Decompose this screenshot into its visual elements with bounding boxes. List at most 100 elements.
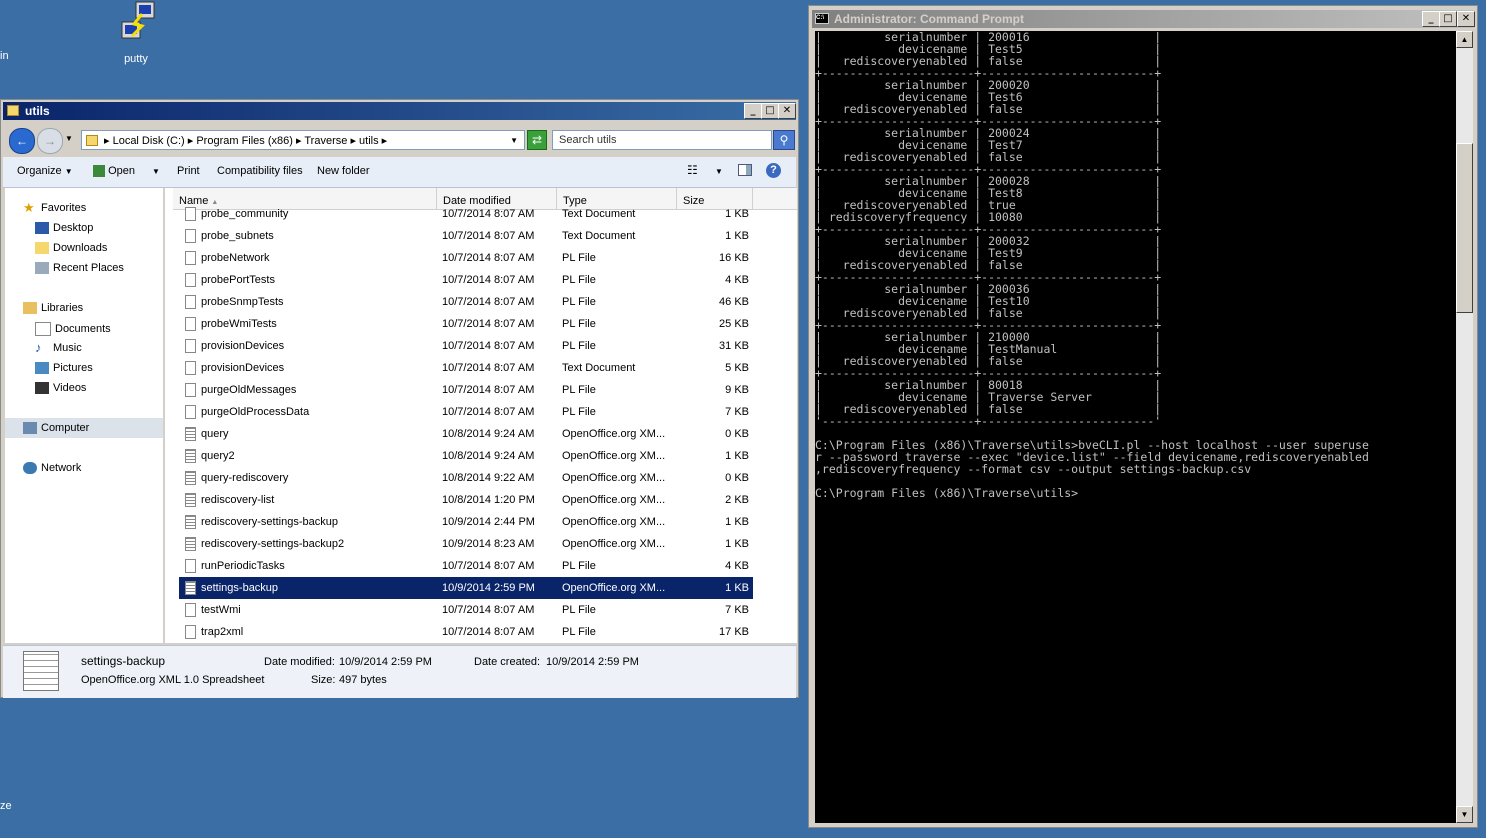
file-row[interactable]: rediscovery-settings-backup 10/9/2014 2:4… [179,511,753,533]
file-row[interactable]: provisionDevices 10/7/2014 8:07 AM Text Do… [179,357,753,379]
file-row[interactable]: probeNetwork 10/7/2014 8:07 AM PL File 16 K… [179,247,753,269]
file-date: 10/7/2014 8:07 AM [442,406,535,418]
address-bar[interactable]: ▸ Local Disk (C:) ▸ Program Files (x86) … [81,130,525,150]
address-dropdown-icon[interactable]: ▼ [510,131,518,151]
nav-music[interactable]: ♪ Music [35,340,82,356]
recent-places-icon [35,262,49,275]
desktop-edge-text-bottom: ze [0,800,12,812]
address-row: ← → ▼ ▸ Local Disk (C:) ▸ Program Files … [5,126,798,154]
nav-desktop[interactable]: Desktop [35,222,93,235]
file-row[interactable]: probePortTests 10/7/2014 8:07 AM PL File 4 … [179,269,753,291]
minimize-button[interactable]: _ [744,103,762,119]
nav-pictures[interactable]: Pictures [35,362,93,375]
breadcrumb-local-disk[interactable]: Local Disk (C:) [113,135,185,147]
file-row[interactable]: probe_community 10/7/2014 8:07 AM Text Doc… [179,203,753,225]
open-dropdown-icon[interactable]: ▼ [152,167,160,176]
search-input[interactable]: Search utils [552,130,772,150]
file-row[interactable]: rediscovery-settings-backup2 10/9/2014 8:… [179,533,753,555]
file-size: 7 KB [725,406,749,418]
nav-libraries[interactable]: Libraries [23,302,84,315]
forward-button[interactable]: → [37,128,63,154]
file-type: OpenOffice.org XM... [562,450,666,462]
document-file-icon [185,361,196,375]
nav-documents[interactable]: Documents [35,322,111,336]
file-row[interactable]: probeWmiTests 10/7/2014 8:07 AM PL File 25 … [179,313,753,335]
cmd-scroll-thumb[interactable] [1456,143,1473,313]
organize-button[interactable]: Organize ▼ [17,165,73,177]
file-date: 10/7/2014 8:07 AM [442,384,535,396]
help-icon[interactable]: ? [766,163,781,178]
details-size-value: 497 bytes [339,674,387,686]
putty-desktop-icon[interactable]: putty [110,0,162,65]
nav-computer-label: Computer [41,422,90,434]
file-type: PL File [562,384,596,396]
cmd-scroll-up-arrow[interactable]: ▲ [1456,31,1473,48]
file-row[interactable]: provisionDevices 10/7/2014 8:07 AM PL File… [179,335,753,357]
history-dropdown-icon[interactable]: ▼ [65,134,73,143]
view-dropdown-icon[interactable]: ▼ [715,167,723,176]
search-button[interactable]: ⚲ [773,130,795,150]
close-button[interactable]: ✕ [778,103,796,119]
compatibility-files-button[interactable]: Compatibility files [217,165,303,177]
nav-favorites[interactable]: ★ Favorites [23,201,86,214]
breadcrumb-separator: ▸ [350,135,360,147]
file-name: probe_subnets [201,230,274,242]
file-name: probeSnmpTests [201,296,284,308]
breadcrumb-traverse[interactable]: Traverse [304,135,347,147]
cmd-scroll-down-arrow[interactable]: ▼ [1456,806,1473,823]
breadcrumb-utils[interactable]: utils [359,135,379,147]
file-row[interactable]: purgeOldProcessData 10/7/2014 8:07 AM PL F… [179,401,753,423]
nav-recent-places[interactable]: Recent Places [35,262,124,275]
print-button[interactable]: Print [177,165,200,177]
nav-libraries-label: Libraries [41,302,84,314]
file-row[interactable]: probeSnmpTests 10/7/2014 8:07 AM PL File 46… [179,291,753,313]
spreadsheet-file-icon [185,537,196,551]
file-row[interactable]: runPeriodicTasks 10/7/2014 8:07 AM PL File… [179,555,753,577]
nav-documents-label: Documents [55,322,111,335]
nav-network[interactable]: Network [23,462,81,475]
details-filename: settings-backup [81,654,166,668]
file-row[interactable]: query 10/8/2014 9:24 AM OpenOffice.org XM.… [179,423,753,445]
cmd-titlebar[interactable]: C:\ Administrator: Command Prompt _ □ ✕ [812,10,1475,28]
file-type: PL File [562,296,596,308]
open-button[interactable]: Open [93,165,135,178]
nav-computer[interactable]: Computer [23,422,90,435]
nav-downloads[interactable]: Downloads [35,242,107,255]
back-button[interactable]: ← [9,128,35,154]
maximize-button[interactable]: □ [761,103,779,119]
downloads-folder-icon [35,242,49,255]
spreadsheet-file-icon [185,449,196,463]
details-size-label: Size: [311,674,336,686]
nav-videos[interactable]: Videos [35,382,87,395]
file-row[interactable]: probe_subnets 10/7/2014 8:07 AM Text Docum… [179,225,753,247]
putty-icon [121,1,155,39]
cmd-scrollbar[interactable]: ▲ ▼ [1456,31,1473,823]
file-row[interactable]: testWmi 10/7/2014 8:07 AM PL File 7 KB [179,599,753,621]
nav-videos-label: Videos [53,382,87,394]
file-row[interactable]: query2 10/8/2014 9:24 AM OpenOffice.org XM… [179,445,753,467]
file-row[interactable]: settings-backup 10/9/2014 2:59 PM OpenOffi… [179,577,753,599]
file-row[interactable]: purgeOldMessages 10/7/2014 8:07 AM PL File… [179,379,753,401]
new-folder-button[interactable]: New folder [317,165,370,177]
file-size: 0 KB [725,472,749,484]
document-file-icon [185,559,196,573]
file-date: 10/7/2014 8:07 AM [442,230,535,242]
file-row[interactable]: trap2xml 10/7/2014 8:07 AM PL File 17 KB [179,621,753,643]
console-output[interactable]: | serialnumber | 200016 | | devicename |… [815,31,1456,823]
cmd-maximize-button[interactable]: □ [1439,11,1457,27]
file-date: 10/8/2014 1:20 PM [442,494,535,506]
cmd-window-title: Administrator: Command Prompt [834,12,1025,26]
refresh-button[interactable]: ⇄ [527,130,547,150]
file-row[interactable]: query-rediscovery 10/8/2014 9:22 AM OpenOf… [179,467,753,489]
explorer-titlebar[interactable]: utils _ □ ✕ [3,102,796,120]
network-icon [23,462,37,475]
view-options-icon[interactable]: ☷ [687,163,698,177]
preview-pane-icon[interactable] [738,164,752,176]
file-size: 2 KB [725,494,749,506]
cmd-close-button[interactable]: ✕ [1457,11,1475,27]
music-icon: ♪ [35,340,42,356]
cmd-minimize-button[interactable]: _ [1422,11,1440,27]
file-row[interactable]: rediscovery-list 10/8/2014 1:20 PM OpenOff… [179,489,753,511]
file-size: 5 KB [725,362,749,374]
breadcrumb-program-files[interactable]: Program Files (x86) [196,135,293,147]
